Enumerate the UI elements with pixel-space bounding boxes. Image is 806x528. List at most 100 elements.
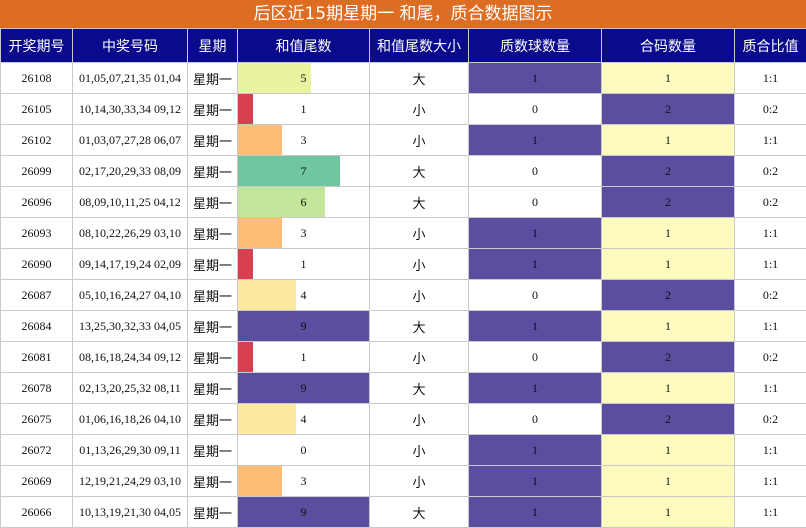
header-prime-count: 质数球数量 xyxy=(468,28,602,63)
tail-value: 1 xyxy=(300,349,307,364)
cell-numbers: 08,09,10,11,25 04,12 xyxy=(72,186,188,218)
table-row: 26087 05,10,16,24,27 04,10 星期一 4 小 0 2 0:2 xyxy=(0,279,806,311)
cell-prime-count: 1 xyxy=(468,248,602,280)
cell-weekday: 星期一 xyxy=(187,465,238,497)
cell-issue: 26072 xyxy=(0,434,73,466)
cell-weekday: 星期一 xyxy=(187,496,238,528)
cell-weekday: 星期一 xyxy=(187,434,238,466)
cell-prime-count: 1 xyxy=(468,372,602,404)
header-size: 和值尾数大小 xyxy=(369,28,469,63)
cell-composite-count: 1 xyxy=(601,434,735,466)
tail-bar xyxy=(238,466,282,496)
cell-composite-count: 2 xyxy=(601,93,735,125)
cell-composite-count: 2 xyxy=(601,186,735,218)
cell-composite-count: 2 xyxy=(601,155,735,187)
cell-size: 小 xyxy=(369,124,469,156)
cell-issue: 26081 xyxy=(0,341,73,373)
cell-tail: 9 xyxy=(237,310,370,342)
cell-numbers: 08,10,22,26,29 03,10 xyxy=(72,217,188,249)
cell-size: 小 xyxy=(369,403,469,435)
cell-prime-count: 1 xyxy=(468,434,602,466)
cell-prime-count: 1 xyxy=(468,310,602,342)
cell-weekday: 星期一 xyxy=(187,341,238,373)
tail-value: 3 xyxy=(300,225,307,240)
tail-value: 4 xyxy=(300,411,307,426)
table-row: 26093 08,10,22,26,29 03,10 星期一 3 小 1 1 1:1 xyxy=(0,217,806,249)
tail-value: 6 xyxy=(300,194,307,209)
cell-numbers: 01,05,07,21,35 01,04 xyxy=(72,62,188,94)
tail-value: 3 xyxy=(300,473,307,488)
cell-ratio: 0:2 xyxy=(734,403,806,435)
cell-numbers: 08,16,18,24,34 09,12 xyxy=(72,341,188,373)
cell-tail: 1 xyxy=(237,93,370,125)
header-issue: 开奖期号 xyxy=(0,28,73,63)
cell-numbers: 12,19,21,24,29 03,10 xyxy=(72,465,188,497)
cell-ratio: 1:1 xyxy=(734,496,806,528)
cell-numbers: 13,25,30,32,33 04,05 xyxy=(72,310,188,342)
cell-ratio: 0:2 xyxy=(734,186,806,218)
cell-size: 小 xyxy=(369,93,469,125)
cell-composite-count: 1 xyxy=(601,465,735,497)
tail-bar xyxy=(238,94,253,124)
cell-ratio: 0:2 xyxy=(734,341,806,373)
cell-composite-count: 2 xyxy=(601,341,735,373)
cell-weekday: 星期一 xyxy=(187,403,238,435)
data-table: 开奖期号 中奖号码 星期 和值尾数 和值尾数大小 质数球数量 合码数量 质合比值… xyxy=(0,28,806,528)
cell-weekday: 星期一 xyxy=(187,186,238,218)
tail-value: 9 xyxy=(300,380,307,395)
cell-issue: 26105 xyxy=(0,93,73,125)
cell-ratio: 0:2 xyxy=(734,93,806,125)
cell-issue: 26102 xyxy=(0,124,73,156)
cell-prime-count: 0 xyxy=(468,403,602,435)
tail-value: 1 xyxy=(300,256,307,271)
cell-composite-count: 1 xyxy=(601,248,735,280)
cell-numbers: 10,14,30,33,34 09,12 xyxy=(72,93,188,125)
header-ratio: 质合比值 xyxy=(734,28,806,63)
table-row: 26069 12,19,21,24,29 03,10 星期一 3 小 1 1 1:1 xyxy=(0,465,806,497)
tail-bar xyxy=(238,249,253,279)
tail-value: 5 xyxy=(300,70,307,85)
table-row: 26072 01,13,26,29,30 09,11 星期一 0 小 1 1 1:1 xyxy=(0,434,806,466)
header-composite-count: 合码数量 xyxy=(601,28,735,63)
cell-numbers: 02,17,20,29,33 08,09 xyxy=(72,155,188,187)
cell-tail: 7 xyxy=(237,155,370,187)
table-row: 26081 08,16,18,24,34 09,12 星期一 1 小 0 2 0:2 xyxy=(0,341,806,373)
cell-composite-count: 2 xyxy=(601,279,735,311)
cell-tail: 4 xyxy=(237,403,370,435)
cell-prime-count: 0 xyxy=(468,279,602,311)
table-row: 26102 01,03,07,27,28 06,07 星期一 3 小 1 1 1:1 xyxy=(0,124,806,156)
cell-issue: 26096 xyxy=(0,186,73,218)
cell-numbers: 01,03,07,27,28 06,07 xyxy=(72,124,188,156)
cell-issue: 26108 xyxy=(0,62,73,94)
cell-composite-count: 1 xyxy=(601,372,735,404)
cell-prime-count: 0 xyxy=(468,93,602,125)
cell-prime-count: 0 xyxy=(468,186,602,218)
cell-weekday: 星期一 xyxy=(187,124,238,156)
cell-ratio: 1:1 xyxy=(734,217,806,249)
cell-issue: 26090 xyxy=(0,248,73,280)
tail-value: 0 xyxy=(300,442,307,457)
cell-tail: 3 xyxy=(237,465,370,497)
cell-tail: 5 xyxy=(237,62,370,94)
tail-bar xyxy=(238,280,297,310)
table-row: 26105 10,14,30,33,34 09,12 星期一 1 小 0 2 0:2 xyxy=(0,93,806,125)
cell-size: 小 xyxy=(369,279,469,311)
tail-bar xyxy=(238,125,282,155)
table-row: 26096 08,09,10,11,25 04,12 星期一 6 大 0 2 0:2 xyxy=(0,186,806,218)
table-row: 26066 10,13,19,21,30 04,05 星期一 9 大 1 1 1:1 xyxy=(0,496,806,528)
cell-size: 小 xyxy=(369,217,469,249)
cell-numbers: 10,13,19,21,30 04,05 xyxy=(72,496,188,528)
header-row: 开奖期号 中奖号码 星期 和值尾数 和值尾数大小 质数球数量 合码数量 质合比值 xyxy=(0,28,806,63)
cell-issue: 26087 xyxy=(0,279,73,311)
cell-weekday: 星期一 xyxy=(187,217,238,249)
cell-prime-count: 1 xyxy=(468,496,602,528)
cell-tail: 0 xyxy=(237,434,370,466)
cell-numbers: 05,10,16,24,27 04,10 xyxy=(72,279,188,311)
cell-prime-count: 0 xyxy=(468,341,602,373)
cell-size: 大 xyxy=(369,496,469,528)
table-row: 26108 01,05,07,21,35 01,04 星期一 5 大 1 1 1:1 xyxy=(0,62,806,94)
cell-prime-count: 0 xyxy=(468,155,602,187)
cell-size: 大 xyxy=(369,372,469,404)
cell-tail: 9 xyxy=(237,496,370,528)
cell-prime-count: 1 xyxy=(468,124,602,156)
